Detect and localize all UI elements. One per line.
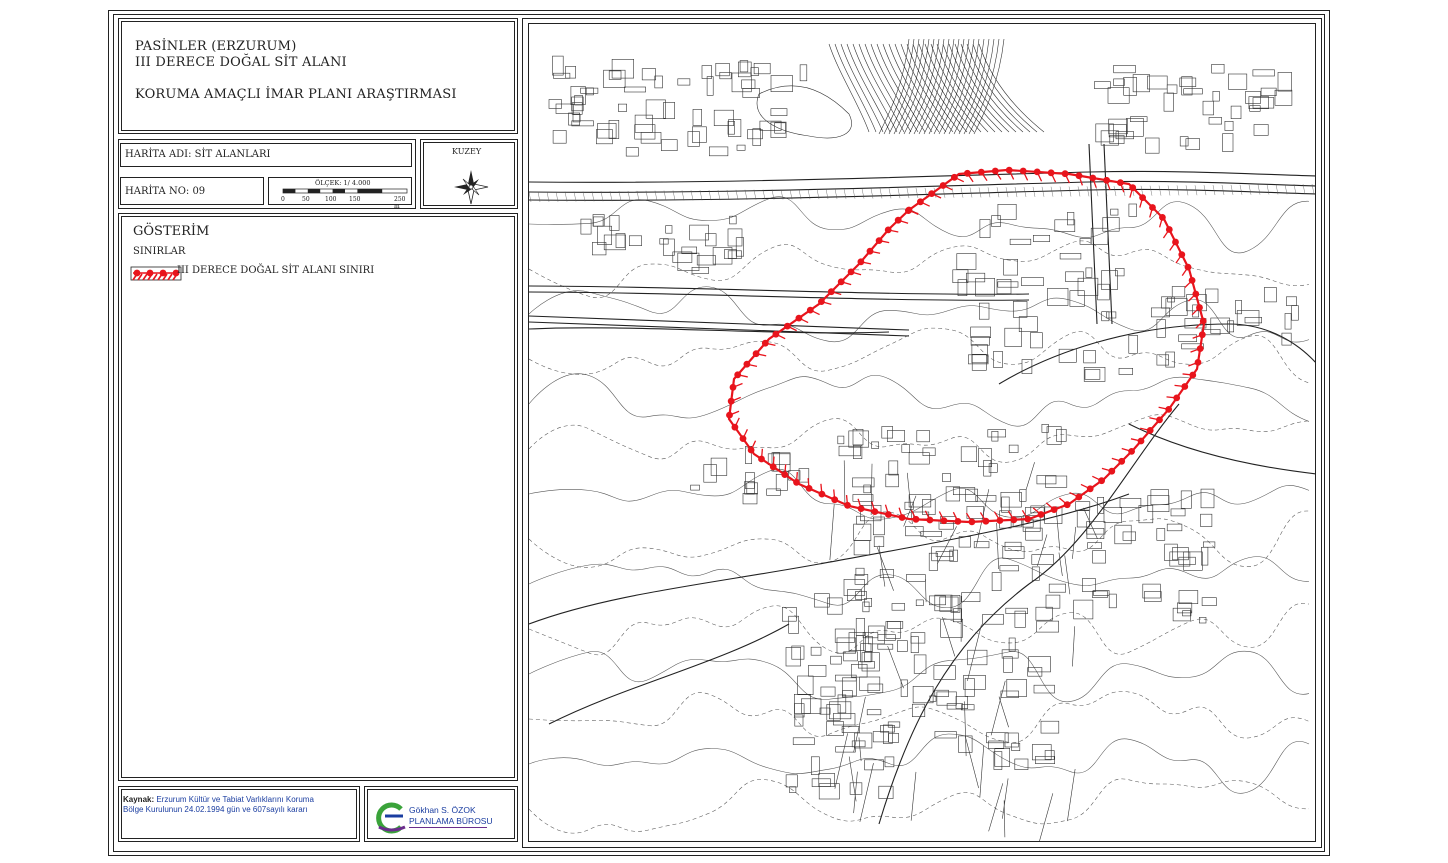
scale-tick: 0 [281, 196, 285, 203]
firm-name: Gökhan S. ÖZOK [409, 805, 476, 815]
legend-title: GÖSTERİM [133, 224, 210, 239]
map-number-label: HARİTA NO: 09 [125, 186, 206, 197]
title-line-3: KORUMA AMAÇLI İMAR PLANI ARAŞTIRMASI [135, 87, 457, 102]
north-arrow-block: KUZEY [420, 139, 518, 209]
firm-logo-icon [376, 802, 406, 834]
scale-box: ÖLÇEK: 1/ 4.000 0 50 100 150 250 m [268, 177, 412, 210]
title-line-1: PASİNLER (ERZURUM) [135, 39, 297, 54]
legend-item-label: III DERECE DOĞAL SİT ALANI SINIRI [177, 265, 375, 276]
source-line-1: Erzurum Kültür ve Tabiat Varlıklarını Ko… [154, 795, 314, 804]
source-text: Kaynak: Erzurum Kültür ve Tabiat Varlıkl… [123, 795, 314, 815]
scale-bar [282, 188, 408, 194]
map-view[interactable] [528, 23, 1316, 842]
base-map [529, 38, 1315, 841]
legend-block: GÖSTERİM SINIRLAR III DERECE DOĞAL SİT A… [118, 213, 518, 781]
title-block: PASİNLER (ERZURUM) III DERECE DOĞAL SİT … [118, 18, 518, 134]
source-line-2: Bölge Kurulunun 24.02.1994 gün ve 607say… [123, 805, 308, 814]
title-line-2: III DERECE DOĞAL SİT ALANI [135, 55, 347, 70]
scale-tick: 150 [349, 196, 361, 203]
source-key: Kaynak: [123, 795, 155, 804]
scale-tick: 100 [325, 196, 337, 203]
source-block: Kaynak: Erzurum Kültür ve Tabiat Varlıkl… [118, 786, 360, 842]
firm-underline [409, 827, 487, 828]
firm-subtitle: PLANLAMA BÜROSU [409, 816, 493, 826]
map-number-box: HARİTA NO: 09 [120, 177, 264, 205]
firm-block: Gökhan S. ÖZOK PLANLAMA BÜROSU [364, 786, 518, 842]
map-name-label: HARİTA ADI: SİT ALANLARI [125, 149, 271, 160]
legend-section-title: SINIRLAR [133, 246, 186, 257]
compass-rose-icon [454, 170, 489, 205]
scale-tick: 50 [302, 196, 310, 203]
map-name-box: HARİTA ADI: SİT ALANLARI [120, 143, 412, 167]
scale-tick: 250 m [394, 196, 406, 210]
